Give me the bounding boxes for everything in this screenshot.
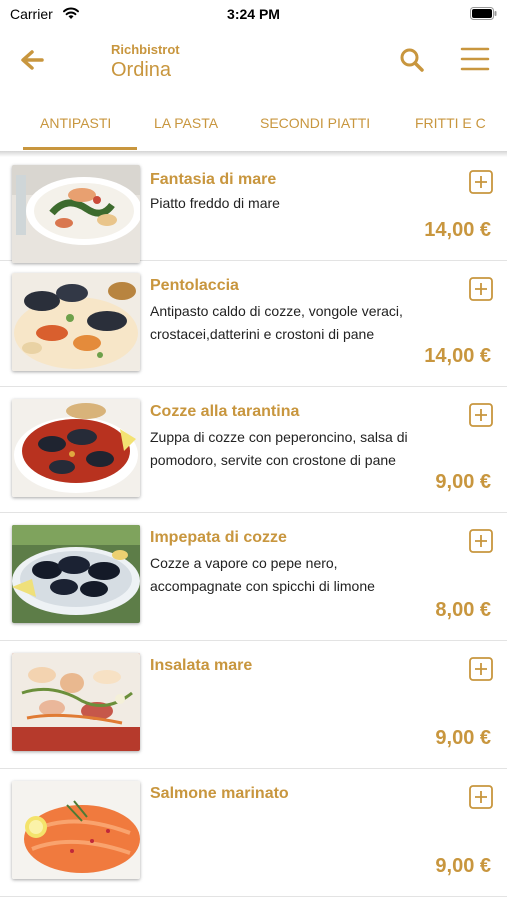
item-description: Antipasto caldo di cozze, vongole veraci… bbox=[150, 303, 403, 342]
search-icon[interactable] bbox=[398, 46, 426, 74]
dish-photo bbox=[12, 165, 140, 263]
add-plus-icon[interactable] bbox=[469, 529, 493, 553]
add-plus-icon[interactable] bbox=[469, 277, 493, 301]
dish-photo bbox=[12, 653, 140, 751]
dish-photo bbox=[12, 781, 140, 879]
item-price: 9,00 € bbox=[435, 855, 491, 877]
tab-la-pasta[interactable]: LA PASTA bbox=[154, 115, 218, 131]
item-description: Piatto freddo di mare bbox=[150, 195, 280, 211]
list-item[interactable]: Insalata mare 9,00 € bbox=[0, 641, 507, 769]
app-header: Richbistrot Ordina bbox=[0, 28, 507, 92]
item-price: 9,00 € bbox=[435, 471, 491, 493]
list-item[interactable]: Fantasia di mare Piatto freddo di mare 1… bbox=[0, 157, 507, 263]
add-plus-icon[interactable] bbox=[469, 657, 493, 681]
item-name: Salmone marinato bbox=[150, 785, 289, 802]
tab-fritti[interactable]: FRITTI E C bbox=[415, 115, 486, 131]
back-arrow-icon[interactable] bbox=[18, 46, 46, 74]
add-plus-icon[interactable] bbox=[469, 785, 493, 809]
item-name: Fantasia di mare bbox=[150, 171, 277, 188]
hamburger-menu-icon[interactable] bbox=[460, 46, 490, 72]
list-item[interactable]: Pentolaccia Antipasto caldo di cozze, vo… bbox=[0, 261, 507, 387]
item-name: Cozze alla tarantina bbox=[150, 403, 300, 420]
list-item[interactable]: Cozze alla tarantina Zuppa di cozze con … bbox=[0, 387, 507, 513]
category-tabs: ANTIPASTI LA PASTA SECONDI PIATTI FRITTI… bbox=[0, 103, 507, 151]
item-price: 8,00 € bbox=[435, 599, 491, 621]
menu-list: Fantasia di mare Piatto freddo di mare 1… bbox=[0, 157, 507, 897]
status-time: 3:24 PM bbox=[227, 6, 280, 22]
item-description: Cozze a vapore co pepe nero, accompagnat… bbox=[150, 555, 375, 594]
app-name: Richbistrot bbox=[111, 42, 180, 57]
add-plus-icon[interactable] bbox=[469, 403, 493, 427]
item-name: Pentolaccia bbox=[150, 277, 239, 294]
list-item[interactable]: Impepata di cozze Cozze a vapore co pepe… bbox=[0, 513, 507, 641]
item-description: Zuppa di cozze con peperoncino, salsa di… bbox=[150, 429, 408, 468]
selected-tab-indicator bbox=[23, 147, 137, 150]
item-name: Impepata di cozze bbox=[150, 529, 287, 546]
tab-antipasti[interactable]: ANTIPASTI bbox=[40, 115, 111, 131]
status-bar: Carrier 3:24 PM bbox=[0, 0, 507, 28]
item-name: Insalata mare bbox=[150, 657, 253, 674]
page-title: Ordina bbox=[111, 59, 172, 81]
dish-photo bbox=[12, 273, 140, 371]
item-price: 9,00 € bbox=[435, 727, 491, 749]
list-item[interactable]: Salmone marinato 9,00 € bbox=[0, 769, 507, 897]
item-price: 14,00 € bbox=[424, 345, 491, 367]
dish-photo bbox=[12, 399, 140, 497]
add-plus-icon[interactable] bbox=[469, 170, 493, 194]
item-price: 14,00 € bbox=[424, 219, 491, 241]
battery-icon bbox=[470, 7, 497, 20]
dish-photo bbox=[12, 525, 140, 623]
tab-secondi-piatti[interactable]: SECONDI PIATTI bbox=[260, 115, 370, 131]
